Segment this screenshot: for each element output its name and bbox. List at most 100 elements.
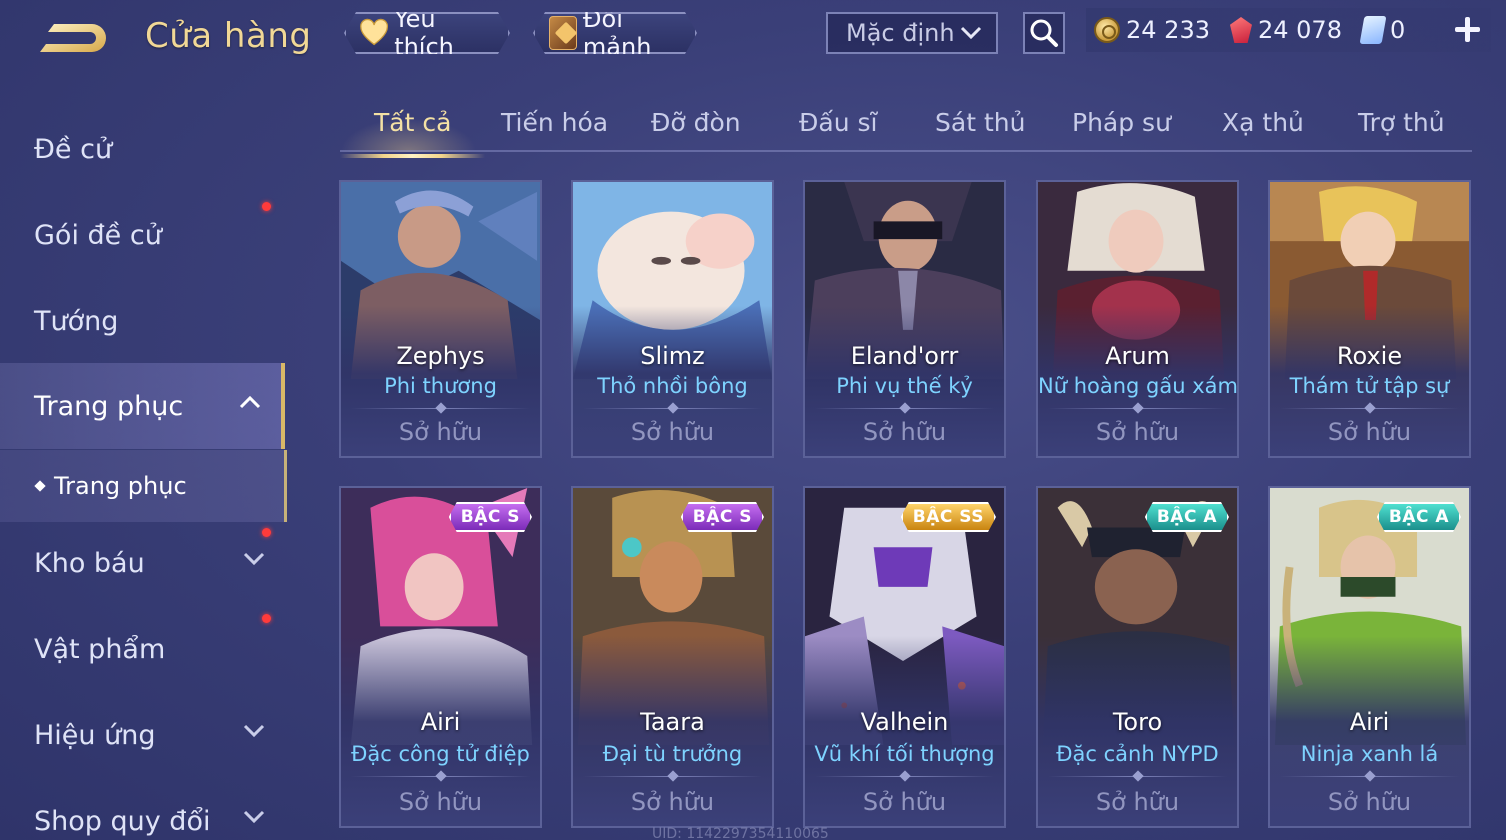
exchange-label: Đổi mảnh <box>582 5 652 61</box>
notification-dot <box>262 202 271 211</box>
owned-status: Sở hữu <box>862 418 947 446</box>
tier-badge: BẬC S <box>681 502 764 532</box>
chevron-up-icon <box>239 395 261 409</box>
voucher-icon <box>1359 16 1387 44</box>
hero-name: Taara <box>640 708 705 736</box>
divider <box>1048 408 1227 409</box>
hero-name: Airi <box>420 708 461 736</box>
favorites-button[interactable]: Yêu thích <box>344 12 510 54</box>
currency-bar: 24 233 24 078 0 <box>1086 8 1491 52</box>
skin-card-arum[interactable]: Arum Nữ hoàng gấu xám Sở hữu <box>1036 180 1239 458</box>
tier-badge: BẬC SS <box>901 502 996 532</box>
sidebar-item-treasure[interactable]: Kho báu <box>0 520 285 606</box>
voucher-amount: 0 <box>1389 16 1406 44</box>
user-id: UID: 1142297354110065 <box>652 826 829 840</box>
page-title: Cửa hàng <box>145 16 312 56</box>
tab-mage[interactable]: Pháp sư <box>1072 108 1171 150</box>
owned-status: Sở hữu <box>398 418 483 446</box>
sort-dropdown[interactable]: Mặc định <box>826 12 998 54</box>
skin-card-toro[interactable]: BẬC A Toro Đặc cảnh NYPD Sở hữu <box>1036 486 1239 828</box>
sidebar-item-effects[interactable]: Hiệu ứng <box>0 692 285 778</box>
chevron-down-icon <box>960 26 982 40</box>
notification-dot <box>262 528 271 537</box>
skin-name: Vũ khí tối thượng <box>814 742 995 766</box>
skin-grid: Zephys Phi thương Sở hữu Slimz Thỏ nhồi … <box>339 180 1471 840</box>
skin-card-airi-s[interactable]: BẬC S Airi Đặc công tử điệp Sở hữu <box>339 486 542 828</box>
hero-name: Slimz <box>640 342 705 370</box>
skin-card-slimz[interactable]: Slimz Thỏ nhồi bông Sở hữu <box>571 180 774 458</box>
shard-chest-icon <box>549 16 577 50</box>
owned-status: Sở hữu <box>1327 788 1412 816</box>
skin-name: Thám tử tập sự <box>1289 374 1450 398</box>
hero-name: Arum <box>1105 342 1170 370</box>
owned-status: Sở hữu <box>1095 418 1180 446</box>
sidebar-item-label: Tướng <box>34 305 119 337</box>
category-tabs: Tất cả Tiến hóa Đỡ đòn Đấu sĩ Sát thủ Ph… <box>339 100 1472 158</box>
divider <box>815 776 994 777</box>
skin-card-taara[interactable]: BẬC S Taara Đại tù trưởng Sở hữu <box>571 486 774 828</box>
bullet-icon <box>34 480 46 492</box>
divider <box>583 776 762 777</box>
skin-card-zephys[interactable]: Zephys Phi thương Sở hữu <box>339 180 542 458</box>
tab-all[interactable]: Tất cả <box>339 108 486 158</box>
sidebar-item-label: Đề cử <box>34 133 113 165</box>
sidebar-item-recommended[interactable]: Đề cử <box>0 106 285 192</box>
skin-name: Phi thương <box>384 374 497 398</box>
hero-name: Valhein <box>860 708 949 736</box>
tab-assassin[interactable]: Sát thủ <box>935 108 1025 150</box>
skin-name: Đại tù trưởng <box>602 742 743 766</box>
heart-icon <box>360 18 388 48</box>
tab-tank[interactable]: Đỡ đòn <box>651 108 741 150</box>
tab-support[interactable]: Trợ thủ <box>1358 108 1445 150</box>
hero-name: Roxie <box>1336 342 1403 370</box>
hero-name: Eland'orr <box>850 342 959 370</box>
skin-card-elandorr[interactable]: Eland'orr Phi vụ thế kỷ Sở hữu <box>803 180 1006 458</box>
owned-status: Sở hữu <box>630 418 715 446</box>
search-icon <box>1030 19 1058 47</box>
tier-badge: BẬC S <box>449 502 532 532</box>
skin-name: Đặc cảnh NYPD <box>1056 742 1219 766</box>
sidebar-item-bundles[interactable]: Gói đề cử <box>0 192 285 278</box>
tab-evolution[interactable]: Tiến hóa <box>501 108 608 150</box>
hero-name: Toro <box>1112 708 1163 736</box>
sidebar-subitem-skins[interactable]: Trang phục <box>0 450 287 522</box>
divider <box>351 776 530 777</box>
divider <box>1048 776 1227 777</box>
search-button[interactable] <box>1023 12 1065 54</box>
tier-badge: BẬC A <box>1377 502 1461 532</box>
sidebar-item-label: Gói đề cử <box>34 219 162 251</box>
skin-card-airi-a[interactable]: BẬC A Airi Ninja xanh lá Sở hữu <box>1268 486 1471 828</box>
sidebar-item-heroes[interactable]: Tướng <box>0 278 285 364</box>
sidebar-item-label: Vật phẩm <box>34 633 166 665</box>
owned-status: Sở hữu <box>1095 788 1180 816</box>
skin-name: Phi vụ thế kỷ <box>836 374 973 398</box>
skin-card-roxie[interactable]: Roxie Thám tử tập sự Sở hữu <box>1268 180 1471 458</box>
notification-dot <box>262 614 271 623</box>
sidebar-item-label: Kho báu <box>34 547 145 579</box>
gold-coin-icon <box>1094 17 1120 43</box>
hero-name: Zephys <box>396 342 485 370</box>
sidebar-item-label: Trang phục <box>34 390 184 422</box>
tab-fighter[interactable]: Đấu sĩ <box>799 108 877 150</box>
ruby-amount: 24 078 <box>1257 16 1342 44</box>
skin-name: Ninja xanh lá <box>1300 742 1439 766</box>
exchange-shards-button[interactable]: Đổi mảnh <box>533 12 697 54</box>
sidebar-item-skins[interactable]: Trang phục <box>0 363 285 449</box>
sidebar-item-exchange-shop[interactable]: Shop quy đổi <box>0 778 285 840</box>
sidebar: Đề cử Gói đề cử Tướng Trang phục Trang p… <box>0 100 288 840</box>
add-currency-icon[interactable] <box>1452 14 1482 44</box>
owned-status: Sở hữu <box>862 788 947 816</box>
gold-currency: 24 233 <box>1094 16 1210 44</box>
top-bar: Cửa hàng Yêu thích Đổi mảnh Mặc định 24 … <box>0 0 1506 80</box>
skin-name: Đặc công tử điệp <box>351 742 530 766</box>
sidebar-item-label: Hiệu ứng <box>34 719 156 751</box>
owned-status: Sở hữu <box>398 788 483 816</box>
hero-name: Airi <box>1349 708 1390 736</box>
skin-card-valhein[interactable]: BẬC SS Valhein Vũ khí tối thượng Sở hữu <box>803 486 1006 828</box>
tab-marksman[interactable]: Xạ thủ <box>1222 108 1304 150</box>
sidebar-item-items[interactable]: Vật phẩm <box>0 606 285 692</box>
divider <box>1280 408 1459 409</box>
favorites-label: Yêu thích <box>394 5 454 61</box>
chevron-down-icon <box>243 810 265 824</box>
back-arrow-icon[interactable] <box>34 20 112 60</box>
